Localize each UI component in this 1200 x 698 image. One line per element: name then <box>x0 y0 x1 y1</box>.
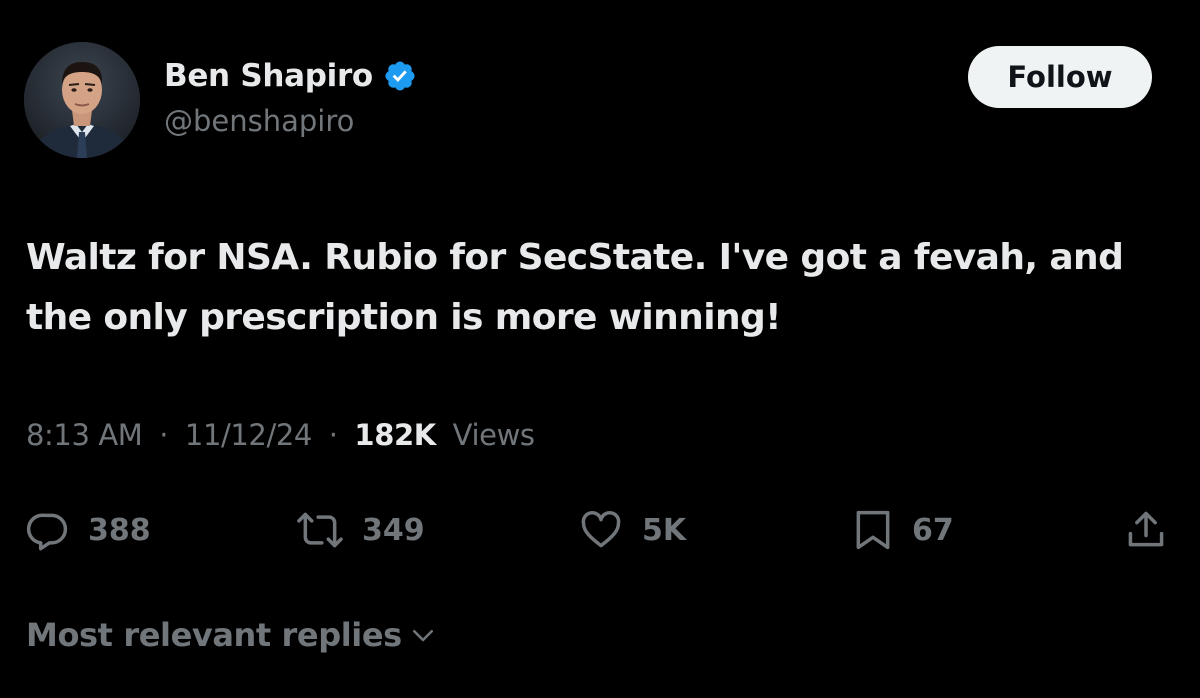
replies-sort-label: Most relevant replies <box>26 616 402 654</box>
author-handle[interactable]: @benshapiro <box>164 104 354 138</box>
author-name[interactable]: Ben Shapiro <box>164 58 373 94</box>
tweet-meta: 8:13 AM · 11/12/24 · 182K Views <box>26 418 535 452</box>
repost-arrows-icon <box>297 512 343 548</box>
chevron-down-icon <box>412 630 433 642</box>
reply-bubble-icon <box>26 513 68 551</box>
like-button[interactable]: 5K <box>578 500 686 560</box>
like-count: 5K <box>642 512 687 548</box>
bookmark-icon <box>856 510 890 550</box>
views-label: Views <box>452 418 535 452</box>
bookmark-count: 67 <box>912 512 954 548</box>
meta-separator: · <box>159 418 169 452</box>
tweet-date[interactable]: 11/12/24 <box>185 418 312 452</box>
action-bar: 388 349 5K 67 <box>0 500 1200 560</box>
reply-button[interactable]: 388 <box>26 500 151 560</box>
author-name-row: Ben Shapiro <box>164 55 417 97</box>
share-button[interactable] <box>1124 500 1168 560</box>
heart-icon <box>581 511 621 548</box>
tweet-time[interactable]: 8:13 AM <box>26 418 143 452</box>
avatar[interactable] <box>24 42 140 158</box>
share-upload-icon <box>1128 511 1164 547</box>
verified-badge-icon[interactable] <box>383 59 417 93</box>
reply-count: 388 <box>88 512 151 548</box>
repost-count: 349 <box>362 512 425 548</box>
views-count: 182K <box>354 418 436 452</box>
tweet-card: Ben Shapiro @benshapiro Follow Waltz for… <box>0 0 1200 698</box>
avatar-photo <box>24 42 140 158</box>
replies-sort-dropdown[interactable]: Most relevant replies <box>26 616 438 654</box>
repost-button[interactable]: 349 <box>296 500 425 560</box>
follow-button[interactable]: Follow <box>968 46 1152 108</box>
bookmark-button[interactable]: 67 <box>852 500 954 560</box>
meta-separator: · <box>328 418 338 452</box>
tweet-text: Waltz for NSA. Rubio for SecState. I've … <box>26 237 1124 338</box>
